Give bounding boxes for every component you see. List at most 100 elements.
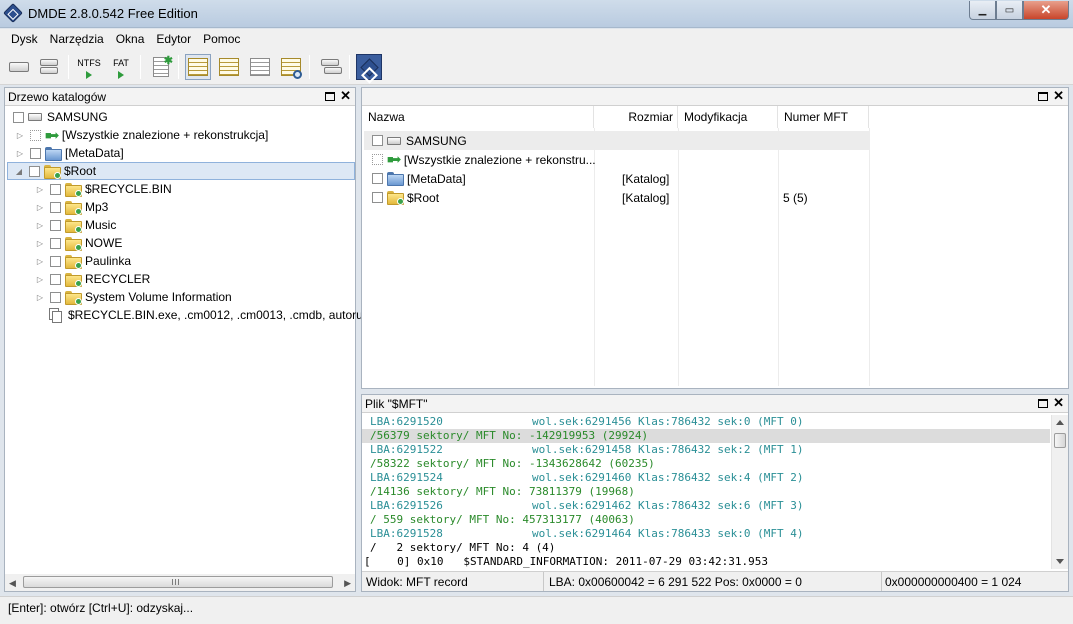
play-icon — [86, 71, 92, 79]
expand-arrow-icon[interactable]: ▷ — [35, 239, 45, 248]
tree-item-paulinka[interactable]: ▷ Paulinka — [35, 252, 131, 270]
checkbox[interactable] — [372, 173, 383, 184]
tree-item-root[interactable]: ◢ $Root — [7, 162, 355, 180]
tree-item-mp3[interactable]: ▷ Mp3 — [35, 198, 108, 216]
ntfs-search-button[interactable]: NTFS — [76, 54, 102, 80]
minimize-button[interactable]: ▁ — [969, 1, 996, 20]
view-mode-label[interactable]: Widok: MFT record — [366, 575, 468, 589]
collapse-arrow-icon[interactable]: ◢ — [14, 167, 24, 176]
mft-line: / 559 sektory/ MFT No: 457313177 (40063) — [370, 513, 635, 526]
checkbox[interactable] — [13, 111, 24, 123]
expand-arrow-icon[interactable]: ▷ — [15, 149, 25, 158]
column-header-size[interactable]: Rozmiar — [594, 106, 678, 128]
tree-item-root-files[interactable]: $RECYCLE.BIN.exe, .cm0012, .cm0013, .cmd… — [49, 306, 373, 324]
expand-arrow-icon[interactable]: ▷ — [35, 257, 45, 266]
mft-line: / 2 sektory/ MFT No: 4 (4) — [370, 541, 556, 554]
tree-item-samsung[interactable]: SAMSUNG — [13, 108, 108, 126]
tree-item-nowe[interactable]: ▷ NOWE — [35, 234, 122, 252]
fat-search-button[interactable]: FAT — [108, 54, 134, 80]
close-button[interactable]: ✕ — [1023, 1, 1069, 20]
tree-horizontal-scrollbar[interactable]: ◀ ▶ — [5, 574, 355, 591]
panel-maximize-icon[interactable] — [1038, 399, 1049, 408]
toolbar-separator — [140, 55, 141, 79]
menu-okna[interactable]: Okna — [110, 32, 151, 46]
mft-vertical-scrollbar[interactable] — [1051, 415, 1068, 569]
select-partitions-button[interactable] — [36, 54, 62, 80]
checkbox[interactable] — [50, 201, 61, 213]
checkbox[interactable] — [50, 273, 61, 285]
scroll-thumb[interactable] — [1054, 433, 1066, 448]
list-row-samsung[interactable]: SAMSUNG — [364, 131, 869, 150]
recover-button[interactable] — [317, 54, 343, 80]
list-row-all-found[interactable]: ■➡ [Wszystkie znalezione + rekonstru... — [364, 150, 869, 169]
status-bar: [Enter]: otwórz [Ctrl+U]: odzyskaj... — [0, 596, 1073, 624]
expand-arrow-icon[interactable]: ▷ — [35, 221, 45, 230]
mft-line: LBA:6291522 wol.sek:6291458 Klas:786432 s… — [370, 443, 804, 456]
expand-arrow-icon[interactable]: ▷ — [15, 131, 25, 140]
detail-view-button[interactable] — [247, 54, 273, 80]
lba-position-label: LBA: 0x00600042 = 6 291 522 Pos: 0x0000 … — [549, 575, 802, 589]
dmde-home-button[interactable] — [356, 54, 382, 80]
column-header-name[interactable]: Nazwa — [362, 106, 594, 128]
tree-item-label: RECYCLER — [85, 272, 151, 286]
panel-maximize-icon[interactable] — [1038, 92, 1049, 101]
panel-close-icon[interactable]: ✕ — [1053, 89, 1064, 103]
recover-icon — [321, 59, 342, 75]
tree-item-label: Paulinka — [85, 254, 132, 268]
menu-pomoc[interactable]: Pomoc — [197, 32, 246, 46]
panel-close-icon[interactable]: ✕ — [340, 89, 351, 103]
search-view-button[interactable] — [278, 54, 304, 80]
window-controls: ▁ ▭ ✕ — [969, 1, 1069, 20]
tree-item-all-found[interactable]: ▷ ■➡ [Wszystkie znalezione + rekonstrukc… — [15, 126, 268, 144]
tree-item-music[interactable]: ▷ Music — [35, 216, 116, 234]
checkbox[interactable] — [30, 147, 41, 159]
expand-arrow-icon[interactable]: ▷ — [35, 203, 45, 212]
scroll-up-icon[interactable] — [1056, 420, 1064, 425]
menu-dysk[interactable]: Dysk — [5, 32, 44, 46]
menu-edytor[interactable]: Edytor — [150, 32, 197, 46]
tree-item-system-volume-information[interactable]: ▷ System Volume Information — [35, 288, 232, 306]
list-row-metadata[interactable]: [MetaData] [Katalog] — [364, 169, 869, 188]
checkbox[interactable] — [30, 129, 41, 141]
column-label: Rozmiar — [628, 110, 673, 124]
maximize-button[interactable]: ▭ — [996, 1, 1023, 20]
scroll-left-icon[interactable]: ◀ — [9, 578, 16, 589]
checkbox[interactable] — [372, 192, 383, 203]
dmde-app-icon[interactable] — [3, 3, 23, 23]
column-header-modified[interactable]: Modyfikacja — [678, 106, 778, 128]
scroll-right-icon[interactable]: ▶ — [344, 578, 351, 589]
drive-icon — [9, 62, 29, 72]
mft-line: LBA:6291528 wol.sek:6291464 Klas:786433 s… — [370, 527, 804, 540]
checkbox[interactable] — [372, 154, 383, 165]
checkbox[interactable] — [50, 255, 61, 267]
column-header-mft-number[interactable]: Numer MFT — [778, 106, 869, 128]
panel-maximize-icon[interactable] — [325, 92, 336, 101]
tree-item-label: NOWE — [85, 236, 123, 250]
new-list-button[interactable]: ✱ — [148, 54, 174, 80]
scroll-down-icon[interactable] — [1056, 559, 1064, 564]
list-row-root[interactable]: $Root [Katalog] 5 (5) — [364, 188, 869, 207]
menu-narzedzia[interactable]: Narzędzia — [44, 32, 110, 46]
folder-icon — [65, 236, 82, 251]
checkbox[interactable] — [372, 135, 383, 146]
tree-view-button[interactable] — [185, 54, 211, 80]
checkbox[interactable] — [50, 219, 61, 231]
tree-item-recycle-bin[interactable]: ▷ $RECYCLE.BIN — [35, 180, 172, 198]
expand-arrow-icon[interactable]: ▷ — [35, 293, 45, 302]
panel-close-icon[interactable]: ✕ — [1053, 396, 1064, 410]
select-drive-button[interactable] — [6, 54, 32, 80]
tree-item-label: $RECYCLE.BIN — [85, 182, 172, 196]
expand-arrow-icon[interactable]: ▷ — [35, 275, 45, 284]
list-view-button[interactable] — [216, 54, 242, 80]
checkbox[interactable] — [50, 237, 61, 249]
mft-line: LBA:6291524 wol.sek:6291460 Klas:786432 s… — [370, 471, 804, 484]
maximize-icon: ▭ — [1004, 4, 1015, 16]
checkbox[interactable] — [29, 165, 40, 177]
tree-item-metadata[interactable]: ▷ [MetaData] — [15, 144, 124, 162]
scroll-thumb[interactable] — [23, 576, 333, 588]
mft-record-view[interactable]: LBA:6291520 wol.sek:6291456 Klas:786432 s… — [362, 415, 1050, 569]
expand-arrow-icon[interactable]: ▷ — [35, 185, 45, 194]
checkbox[interactable] — [50, 183, 61, 195]
tree-item-recycler[interactable]: ▷ RECYCLER — [35, 270, 150, 288]
checkbox[interactable] — [50, 291, 61, 303]
